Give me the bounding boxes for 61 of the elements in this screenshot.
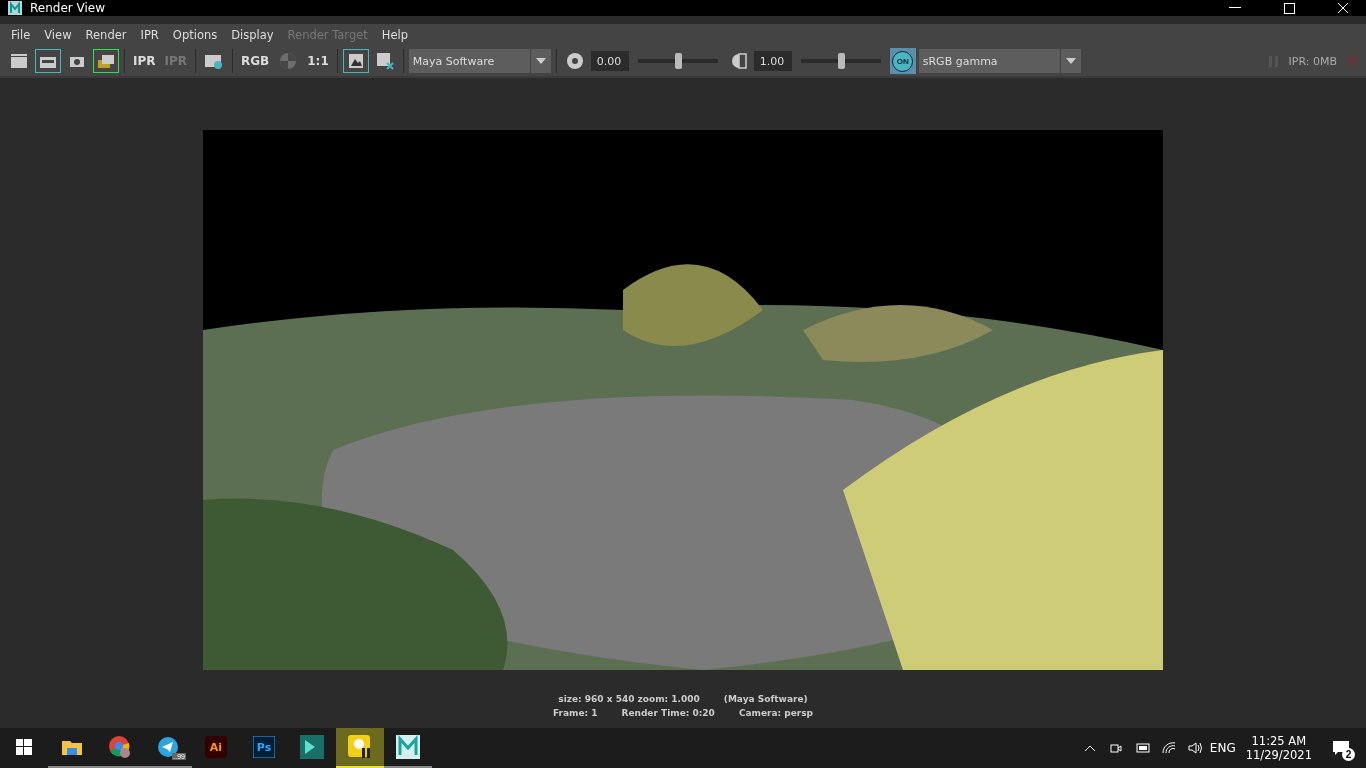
ipr-memory-label: IPR: 0MB (1288, 54, 1337, 68)
toolbar-button[interactable] (93, 49, 119, 73)
minimize-icon (1229, 7, 1241, 9)
status-text: Frame: 1 (552, 708, 598, 718)
chevron-up-icon[interactable] (1083, 744, 1096, 752)
app-logo-icon (300, 735, 324, 759)
maximize-icon (1283, 2, 1295, 14)
menu-item[interactable]: IPR (133, 28, 166, 42)
player-icon (348, 735, 372, 759)
toolbar-button[interactable]: 1:1 (304, 49, 332, 73)
exposure-field[interactable]: 0.00 (590, 51, 629, 71)
notification-count: 2 (1342, 748, 1355, 761)
clock[interactable]: 11:25 AM 11/29/2021 (1245, 734, 1312, 762)
app-logo-icon (8, 1, 22, 15)
menu-item[interactable]: Help (374, 28, 415, 42)
color-space-dropdown[interactable]: sRGB gamma (918, 49, 1081, 73)
status-text: size: 960 x 540 zoom: 1.000 (558, 694, 700, 704)
menu-item[interactable]: Options (165, 28, 225, 42)
language-indicator[interactable]: ENG (1209, 741, 1236, 755)
remove-image-icon (375, 52, 394, 70)
toolbar-button[interactable]: RGB (238, 49, 273, 73)
status-text: Camera: persp (738, 708, 814, 718)
contrast-icon (730, 53, 747, 69)
menu-item[interactable]: File (4, 28, 38, 42)
menu-item[interactable]: View (37, 28, 79, 42)
windows-logo-icon (16, 739, 32, 755)
status-text: Render Time: 0:20 (621, 708, 715, 718)
clapboard-icon (10, 53, 28, 69)
toolbar-button[interactable]: IPR (130, 49, 159, 73)
color-management-button[interactable]: ON (889, 48, 916, 74)
browser-icon (108, 735, 132, 759)
speaker-icon[interactable] (1187, 742, 1204, 754)
menu-item[interactable]: Display (224, 28, 281, 42)
app-logo-icon (396, 735, 420, 759)
toolbar-button[interactable] (342, 49, 369, 73)
gamma-field[interactable]: 1.00 (753, 51, 792, 71)
battery-icon[interactable] (1133, 743, 1150, 753)
caret-icon (535, 58, 546, 64)
checker-icon (279, 52, 298, 70)
aperture-icon (565, 52, 584, 70)
menu-item[interactable]: Render (78, 28, 134, 42)
camera-icon (69, 54, 85, 68)
app-logo-icon: Ai (205, 736, 227, 758)
notifications-button[interactable]: 2 (1322, 728, 1366, 768)
close-icon (1337, 2, 1349, 14)
renderer-dropdown[interactable]: Maya Software (408, 49, 551, 73)
taskbar-app[interactable]: Ps (240, 728, 288, 768)
image-icon (347, 53, 364, 69)
slider-thumb[interactable] (674, 53, 682, 69)
folder-icon (61, 738, 83, 756)
snapshot-icon (97, 53, 115, 69)
render-settings-icon (204, 52, 224, 70)
slider-thumb[interactable] (837, 53, 845, 69)
caret-icon (1065, 58, 1076, 64)
app-logo-icon: Ps (253, 736, 275, 758)
wifi-icon[interactable] (1161, 742, 1176, 754)
toolbar-button[interactable] (35, 49, 61, 73)
camera-icon[interactable] (1109, 742, 1122, 754)
window-title: Render View (30, 1, 106, 15)
status-text: (Maya Software) (723, 694, 808, 704)
taskbar-app[interactable]: Ai (192, 728, 240, 768)
